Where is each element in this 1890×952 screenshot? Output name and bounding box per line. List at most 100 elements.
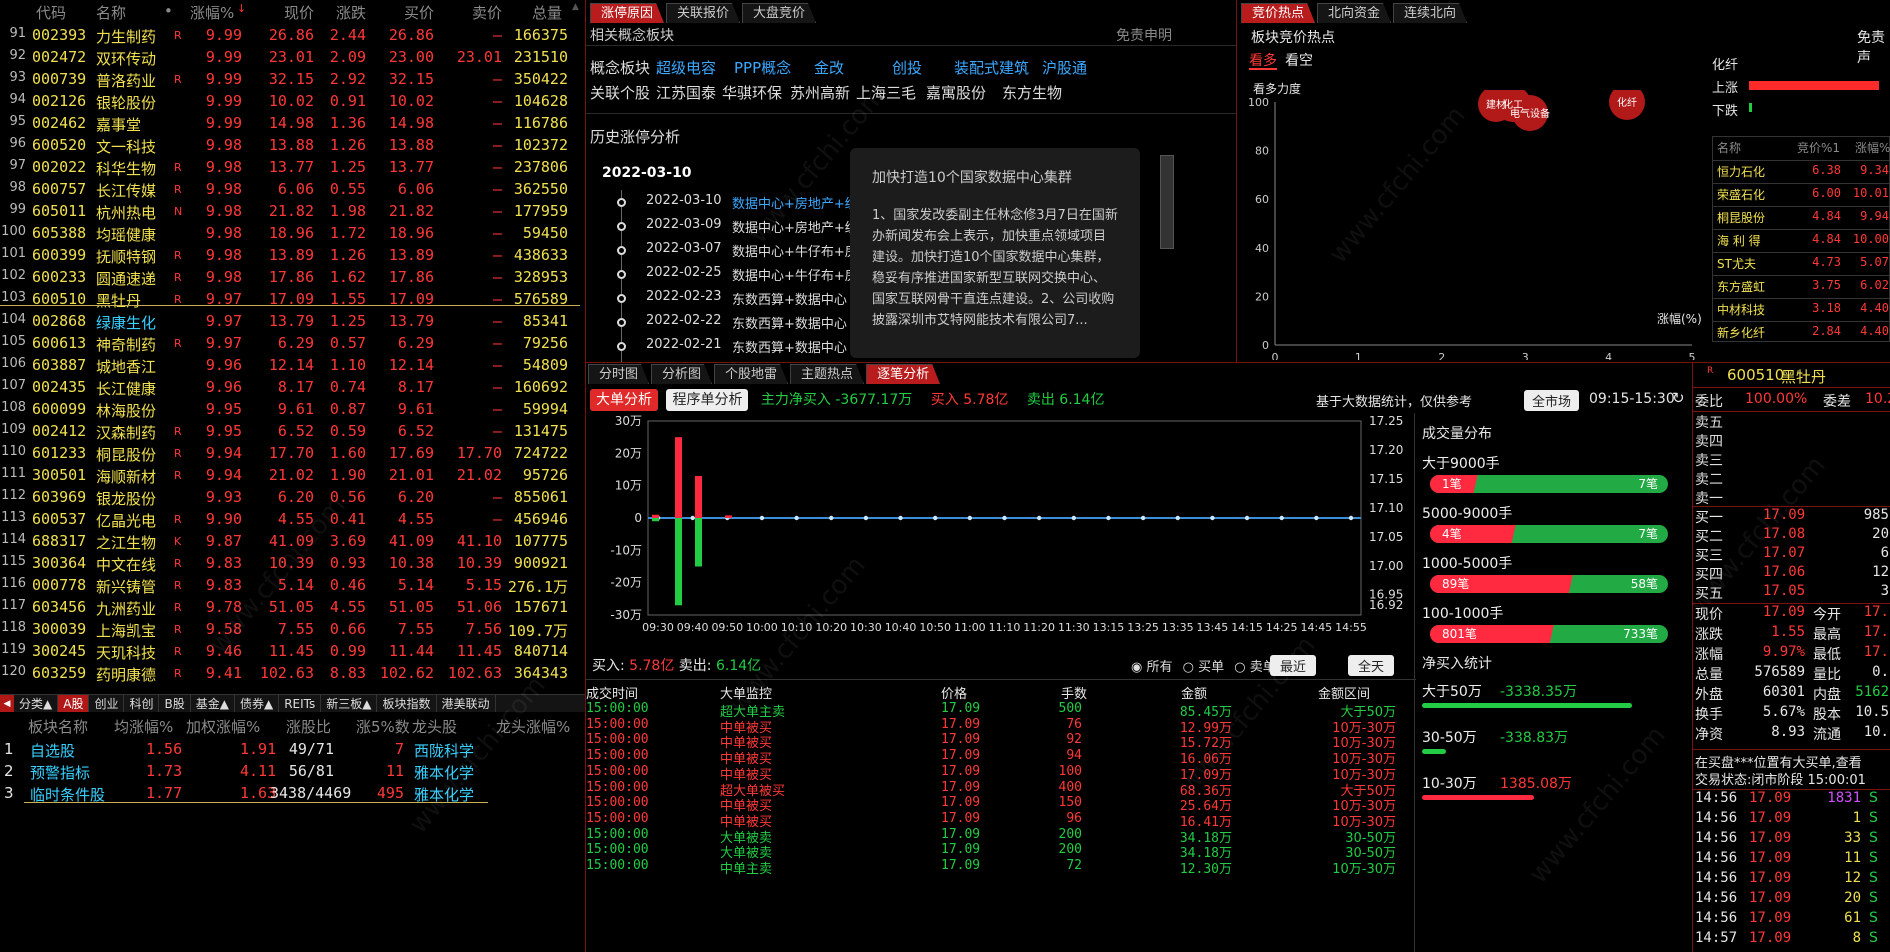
concept-link[interactable]: PPP概念 (734, 57, 791, 78)
radio-all-label[interactable]: 所有 (1146, 660, 1172, 675)
tab-nav-left[interactable]: ◀ (0, 695, 14, 712)
scroll-arrow-up[interactable]: ▲ (572, 2, 584, 14)
history-date-item[interactable]: 2022-03-10 (646, 193, 722, 208)
mini-row[interactable]: 新乡化纤 2.84 4.40 (1713, 321, 1889, 344)
sector-col-weighted[interactable]: 加权涨幅% (186, 716, 260, 737)
stock-row[interactable]: 104 002868 绿康生化 9.97 13.79 1.25 13.79 — 85341 (0, 310, 585, 332)
disclaimer-link[interactable]: 免责申明 (1116, 25, 1172, 45)
stock-row[interactable]: 94 002126 银轮股份 9.99 10.02 0.91 10.02 — 104628 (0, 90, 585, 112)
trade-row[interactable]: 15:00:00 中单被买 17.09 76 12.99万 10万-30万 (586, 717, 1416, 736)
related-stock[interactable]: 上海三毛 (856, 82, 916, 103)
stock-row[interactable]: 107 002435 长江健康 9.96 8.17 0.74 8.17 — 160692 (0, 376, 585, 398)
radio-sell-icon[interactable]: ○ (1234, 660, 1245, 675)
trade-row[interactable]: 15:00:00 中单被买 17.09 96 16.41万 10万-30万 (586, 811, 1416, 830)
history-date-item[interactable]: 2022-02-25 (646, 265, 722, 280)
vol-bar[interactable]: 1笔 7笔 (1430, 475, 1668, 493)
sell-bar[interactable] (675, 518, 682, 606)
stock-row[interactable]: 108 600099 林海股份 9.95 9.61 0.87 9.61 — 59994 (0, 398, 585, 420)
col-code[interactable]: 代码 (36, 2, 66, 23)
market-tab[interactable]: 债券▲ (235, 695, 280, 712)
sector-col-up5[interactable]: 涨5%数 (356, 716, 410, 737)
market-tab[interactable]: 新三板▲ (321, 695, 378, 712)
stock-row[interactable]: 91 002393 力生制药 R 9.99 26.86 2.44 26.86 — 166375 (0, 24, 585, 46)
radio-buy-icon[interactable]: ○ (1183, 660, 1194, 675)
history-date-item[interactable]: 2022-02-23 (646, 289, 722, 304)
sell-level[interactable]: 卖四 (1695, 431, 1723, 451)
market-tab[interactable]: B股 (159, 695, 191, 712)
history-date-item[interactable]: 2022-02-22 (646, 313, 722, 328)
col-change[interactable]: 涨跌 (326, 2, 366, 23)
tab-top_center-tabs-0[interactable]: 涨停原因 (590, 3, 664, 23)
market-tab[interactable]: 港美联动 (437, 695, 496, 712)
disclaimer-right[interactable]: 免责声 (1857, 27, 1890, 67)
col-price[interactable]: 现价 (268, 2, 314, 23)
stock-row[interactable]: 115 300364 中文在线 R 9.83 10.39 0.93 10.38 10.39 900… (0, 552, 585, 574)
related-stock[interactable]: 华骐环保 (722, 82, 782, 103)
stock-row[interactable]: 106 603887 城地香江 9.96 12.14 1.10 12.14 — 54809 (0, 354, 585, 376)
buy-level[interactable]: 买四 17.06 12 (1693, 564, 1890, 583)
tab-top_right-tabs-1[interactable]: 北向资金 (1317, 3, 1391, 23)
concept-link[interactable]: 装配式建筑 (954, 57, 1029, 78)
market-tab[interactable]: REITs (279, 695, 322, 712)
trade-row[interactable]: 15:00:00 中单被买 17.09 92 15.72万 10万-30万 (586, 732, 1416, 751)
tab-top_right-tabs-0[interactable]: 竞价热点 (1241, 3, 1315, 23)
tab-mid_center-tabs-4[interactable]: 逐笔分析 (866, 364, 940, 384)
stock-row[interactable]: 100 605388 均瑶健康 9.98 18.96 1.72 18.96 — 59450 (0, 222, 585, 244)
stock-row[interactable]: 117 603456 九洲药业 R 9.78 51.05 4.55 51.05 51.06 157… (0, 596, 585, 618)
sell-level[interactable]: 卖三 (1695, 450, 1723, 470)
trade-row[interactable]: 15:00:00 中单被买 17.09 94 16.06万 10万-30万 (586, 748, 1416, 767)
sector-col-ratio[interactable]: 涨股比 (286, 716, 331, 737)
big-order-button[interactable]: 大单分析 (590, 389, 658, 411)
mini-row[interactable]: 恒力石化 6.38 9.34 (1713, 160, 1889, 183)
col-name[interactable]: 名称 (96, 2, 126, 23)
related-stock[interactable]: 苏州高新 (790, 82, 850, 103)
radio-buy-label[interactable]: 买单 (1198, 660, 1224, 675)
sector-col-leader-pct[interactable]: 龙头涨幅% (496, 716, 570, 737)
concept-link[interactable]: 金改 (814, 57, 844, 78)
stock-row[interactable]: 93 000739 普洛药业 R 9.99 32.15 2.92 32.15 — 350422 (0, 68, 585, 90)
stock-row[interactable]: 116 000778 新兴铸管 R 9.83 5.14 0.46 5.14 5.15 276.1万 (0, 574, 585, 596)
stock-row[interactable]: 97 002022 科华生物 R 9.98 13.77 1.25 13.77 — 237806 (0, 156, 585, 178)
stock-row[interactable]: 112 603969 银龙股份 9.93 6.20 0.56 6.20 — 855061 (0, 486, 585, 508)
toggle-bull[interactable]: 看多 (1249, 50, 1277, 70)
concept-link[interactable]: 超级电容 (656, 57, 716, 78)
stock-row[interactable]: 105 600613 神奇制药 R 9.97 6.29 0.57 6.29 — 79256 (0, 332, 585, 354)
sell-bar[interactable] (695, 518, 702, 567)
history-reason[interactable]: 东数西算+数据中心 (732, 313, 847, 332)
col-pct[interactable]: 涨幅% (190, 2, 234, 23)
sell-level[interactable]: 卖二 (1695, 469, 1723, 489)
buy-level[interactable]: 买五 17.05 3 (1693, 583, 1890, 602)
stock-row[interactable]: 113 600537 亿晶光电 R 9.90 4.55 0.41 4.55 — 456946 (0, 508, 585, 530)
market-tab[interactable]: 基金▲ (191, 695, 235, 712)
stock-row[interactable]: 99 605011 杭州热电 N 9.98 21.82 1.98 21.82 — 177959 (0, 200, 585, 222)
history-date-item[interactable]: 2022-02-21 (646, 337, 722, 352)
history-reason[interactable]: 东数西算+数据中心 (732, 289, 847, 308)
history-date-item[interactable]: 2022-03-09 (646, 217, 722, 232)
related-stock[interactable]: 嘉寓股份 (926, 82, 986, 103)
history-reason[interactable]: 数据中心+牛仔布+房 (732, 265, 858, 284)
history-reason[interactable]: 东数西算+数据中心 (732, 337, 847, 356)
recent-button[interactable]: 最近 (1270, 655, 1317, 676)
trade-row[interactable]: 15:00:00 中单被买 17.09 100 17.09万 10万-30万 (586, 764, 1416, 783)
tab-top_center-tabs-1[interactable]: 关联报价 (666, 3, 740, 23)
history-reason[interactable]: 数据中心+房地产+纺 (732, 217, 858, 236)
stock-row[interactable]: 118 300039 上海凯宝 R 9.58 7.55 0.66 7.55 7.56 109.7万 (0, 618, 585, 640)
tab-top_center-tabs-2[interactable]: 大盘竞价 (742, 3, 816, 23)
sector-row[interactable]: 2 预警指标 1.73 4.11 56/81 11 雅本化学 (0, 760, 585, 782)
stock-row[interactable]: 111 300501 海顺新材 R 9.94 21.02 1.90 21.01 21.02 957… (0, 464, 585, 486)
col-volume[interactable]: 总量 (520, 2, 562, 23)
sector-row[interactable]: 1 自选股 1.56 1.91 49/71 7 西陇科学 (0, 738, 585, 760)
sector-col-name[interactable]: 板块名称 (28, 716, 88, 737)
stock-row[interactable]: 96 600520 文一科技 9.98 13.88 1.26 13.88 — 102372 (0, 134, 585, 156)
stock-row[interactable]: 109 002412 汉森制药 R 9.95 6.52 0.59 6.52 — 131475 (0, 420, 585, 442)
market-tab[interactable]: 分类▲ (14, 695, 59, 712)
tab-mid_center-tabs-1[interactable]: 分析图 (651, 364, 712, 384)
market-tab[interactable]: 板块指数 (377, 695, 437, 712)
tab-top_right-tabs-2[interactable]: 连续北向 (1393, 3, 1467, 23)
sector-col-leader[interactable]: 龙头股 (412, 716, 457, 737)
market-button[interactable]: 全市场 (1524, 390, 1580, 411)
stock-row[interactable]: 92 002472 双环传动 9.99 23.01 2.09 23.00 23.01 23151… (0, 46, 585, 68)
history-reason[interactable]: 数据中心+房地产+纺 (732, 193, 858, 212)
toggle-bear[interactable]: 看空 (1285, 50, 1313, 70)
buy-bar[interactable] (652, 514, 659, 518)
